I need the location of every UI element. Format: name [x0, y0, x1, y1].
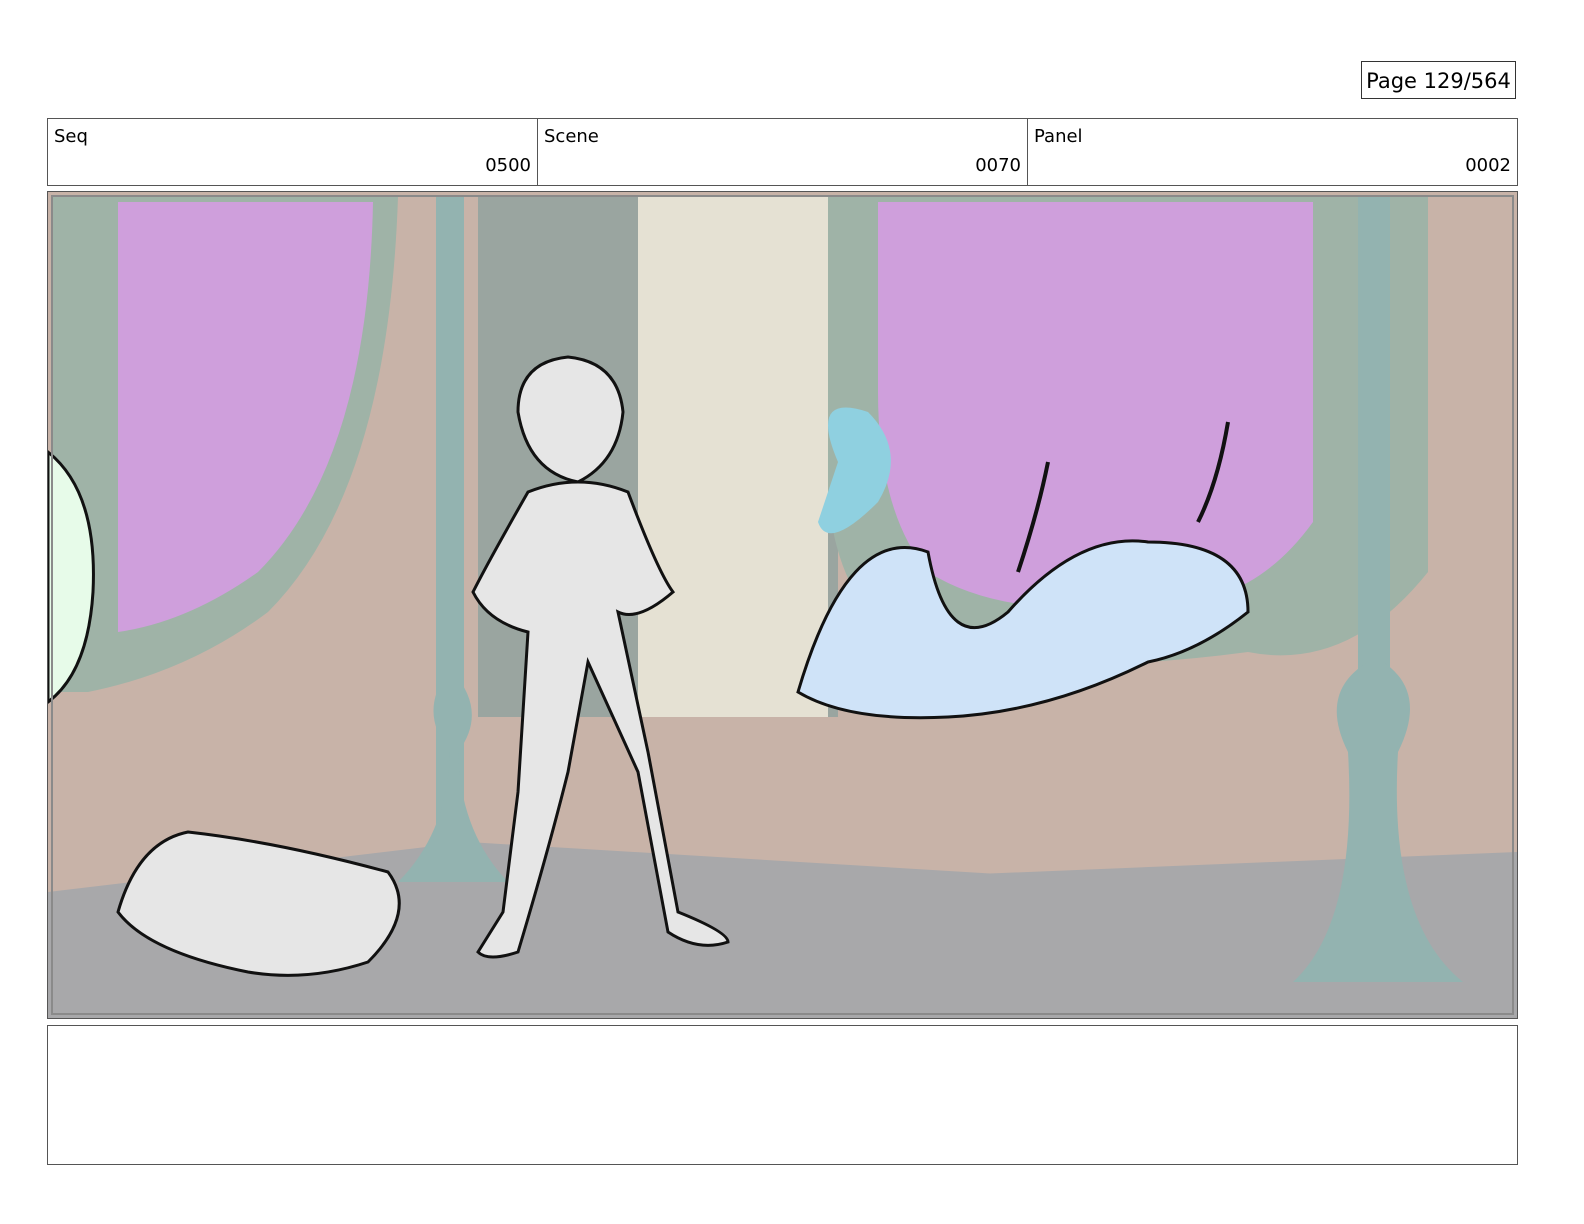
panel-info-header: Seq 0500 Scene 0070 Panel 0002	[47, 118, 1518, 186]
seq-value: 0500	[485, 155, 531, 176]
panel-value: 0002	[1465, 155, 1511, 176]
scene-cell: Scene 0070	[538, 119, 1028, 185]
storyboard-panel-image	[47, 191, 1518, 1019]
back-room	[638, 197, 828, 717]
scene-label: Scene	[544, 126, 599, 147]
seq-label: Seq	[54, 126, 88, 147]
seq-cell: Seq 0500	[48, 119, 538, 185]
storyboard-drawing	[48, 192, 1517, 1018]
page-number: Page 129/564	[1361, 61, 1516, 99]
panel-notes-box	[47, 1025, 1518, 1165]
panel-label: Panel	[1034, 126, 1083, 147]
panel-cell: Panel 0002	[1028, 119, 1517, 185]
scene-value: 0070	[975, 155, 1021, 176]
